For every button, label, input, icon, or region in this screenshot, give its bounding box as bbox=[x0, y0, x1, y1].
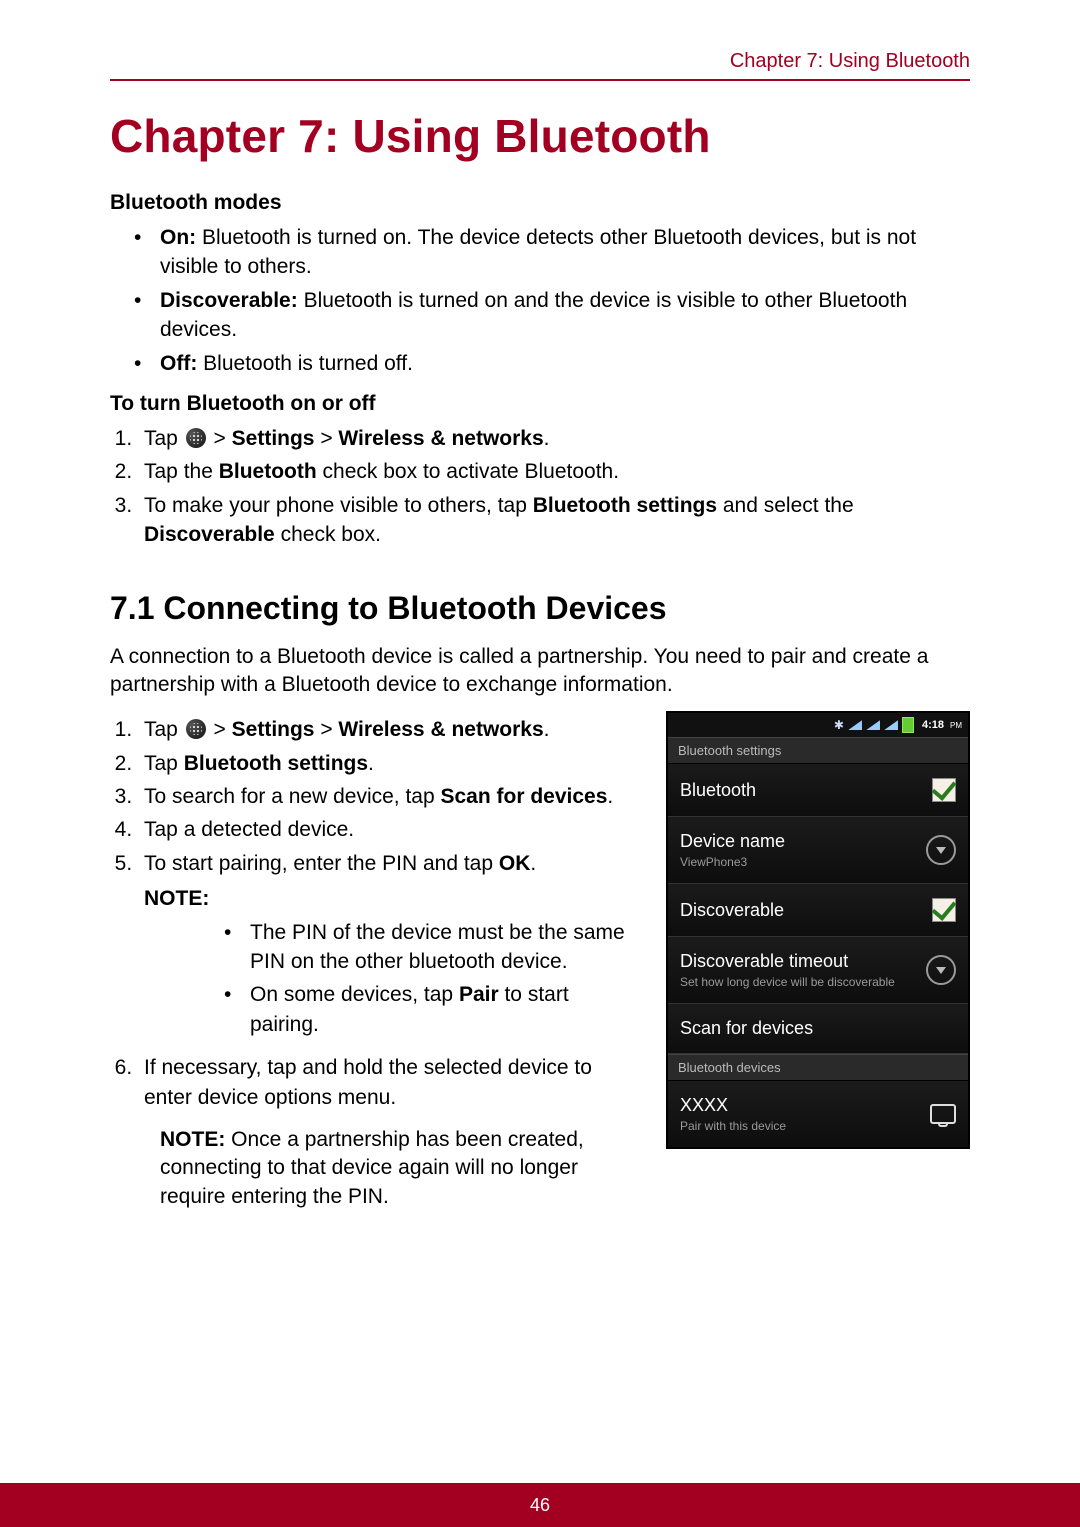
text: On some devices, tap bbox=[250, 983, 459, 1006]
turn-bt-heading: To turn Bluetooth on or off bbox=[110, 392, 970, 416]
bold: Pair bbox=[459, 983, 499, 1006]
apps-icon bbox=[186, 428, 206, 448]
list-item: The PIN of the device must be the same P… bbox=[224, 918, 642, 977]
dropdown-icon[interactable] bbox=[926, 955, 956, 985]
bluetooth-modes-heading: Bluetooth modes bbox=[110, 191, 970, 215]
list-item: Tap > Settings > Wireless & networks. bbox=[138, 424, 970, 453]
text: . bbox=[544, 718, 550, 741]
phone-section-title: Bluetooth settings bbox=[668, 737, 968, 764]
text: Tap bbox=[144, 427, 184, 450]
bluetooth-modes-list: On: Bluetooth is turned on. The device d… bbox=[110, 223, 970, 378]
text: check box to activate Bluetooth. bbox=[317, 460, 619, 483]
list-item: Discoverable: Bluetooth is turned on and… bbox=[134, 286, 970, 345]
row-label: Device name bbox=[680, 831, 785, 852]
text: and select the bbox=[717, 494, 854, 517]
apps-icon bbox=[186, 719, 206, 739]
phone-row-bluetooth[interactable]: Bluetooth bbox=[668, 764, 968, 817]
settings-label: Settings bbox=[232, 427, 315, 450]
turn-bt-steps: Tap > Settings > Wireless & networks. Ta… bbox=[110, 424, 970, 550]
row-label: XXXX bbox=[680, 1095, 786, 1116]
mode-label: Discoverable: bbox=[160, 289, 298, 312]
mode-label: Off: bbox=[160, 352, 197, 375]
phone-statusbar: ✱ 4:18 PM bbox=[668, 713, 968, 737]
text: Tap bbox=[144, 752, 184, 775]
note-sublist: The PIN of the device must be the same P… bbox=[214, 918, 642, 1040]
bluetooth-icon: ✱ bbox=[834, 718, 844, 732]
list-item: Tap > Settings > Wireless & networks. bbox=[138, 715, 642, 744]
list-item: Tap Bluetooth settings. bbox=[138, 749, 642, 778]
list-item: To search for a new device, tap Scan for… bbox=[138, 782, 642, 811]
list-item: On some devices, tap Pair to start pairi… bbox=[224, 980, 642, 1039]
checkbox-icon[interactable] bbox=[932, 898, 956, 922]
wireless-label: Wireless & networks bbox=[338, 427, 543, 450]
text: . bbox=[368, 752, 374, 775]
list-item: Tap a detected device. bbox=[138, 815, 642, 844]
status-time: 4:18 bbox=[922, 719, 944, 731]
section-7-1-heading: 7.1 Connecting to Bluetooth Devices bbox=[110, 590, 970, 627]
list-item: To make your phone visible to others, ta… bbox=[138, 491, 970, 550]
text: > bbox=[208, 718, 232, 741]
text: To search for a new device, tap bbox=[144, 785, 441, 808]
note-label: NOTE: bbox=[160, 1128, 225, 1151]
list-item: If necessary, tap and hold the selected … bbox=[138, 1053, 642, 1112]
phone-row-disc-timeout[interactable]: Discoverable timeout Set how long device … bbox=[668, 937, 968, 1004]
mode-text: Bluetooth is turned off. bbox=[197, 352, 413, 375]
phone-screenshot: ✱ 4:18 PM Bluetooth settings Bluetooth De… bbox=[666, 711, 970, 1149]
signal-icon bbox=[848, 720, 862, 730]
phone-row-scan[interactable]: Scan for devices bbox=[668, 1004, 968, 1054]
signal-icon bbox=[884, 720, 898, 730]
bold: Bluetooth bbox=[219, 460, 317, 483]
text: > bbox=[208, 427, 232, 450]
signal-icon bbox=[866, 720, 880, 730]
phone-row-device[interactable]: XXXX Pair with this device bbox=[668, 1081, 968, 1147]
bold: Bluetooth settings bbox=[184, 752, 368, 775]
mode-text: Bluetooth is turned on. The device detec… bbox=[160, 226, 916, 278]
bold: Wireless & networks bbox=[338, 718, 543, 741]
section-intro: A connection to a Bluetooth device is ca… bbox=[110, 643, 970, 700]
text: . bbox=[544, 427, 550, 450]
row-sublabel: Pair with this device bbox=[680, 1119, 786, 1133]
phone-row-device-name[interactable]: Device name ViewPhone3 bbox=[668, 817, 968, 884]
row-sublabel: ViewPhone3 bbox=[680, 855, 785, 869]
row-label: Discoverable bbox=[680, 900, 784, 921]
text: . bbox=[607, 785, 613, 808]
page-number: 46 bbox=[530, 1495, 550, 1516]
list-item: To start pairing, enter the PIN and tap … bbox=[138, 849, 642, 1039]
bold: Scan for devices bbox=[441, 785, 608, 808]
battery-icon bbox=[902, 717, 914, 733]
connect-steps: Tap > Settings > Wireless & networks. Ta… bbox=[110, 715, 642, 1112]
text: check box. bbox=[275, 523, 381, 546]
note-label: NOTE: bbox=[144, 884, 642, 913]
list-item: Off: Bluetooth is turned off. bbox=[134, 349, 970, 378]
bold: OK bbox=[499, 852, 531, 875]
status-pm: PM bbox=[950, 721, 962, 730]
bold: Settings bbox=[232, 718, 315, 741]
text: > bbox=[314, 427, 338, 450]
text: . bbox=[530, 852, 536, 875]
phone-row-discoverable[interactable]: Discoverable bbox=[668, 884, 968, 937]
row-label: Bluetooth bbox=[680, 780, 756, 801]
bold: Bluetooth settings bbox=[533, 494, 717, 517]
phone-devices-title: Bluetooth devices bbox=[668, 1054, 968, 1081]
mode-label: On: bbox=[160, 226, 196, 249]
row-label: Discoverable timeout bbox=[680, 951, 895, 972]
row-sublabel: Set how long device will be discoverable bbox=[680, 975, 895, 989]
text: > bbox=[314, 718, 338, 741]
text: Tap bbox=[144, 718, 184, 741]
list-item: Tap the Bluetooth check box to activate … bbox=[138, 457, 970, 486]
chapter-title: Chapter 7: Using Bluetooth bbox=[110, 109, 970, 163]
page-footer: 46 bbox=[0, 1483, 1080, 1527]
text: To start pairing, enter the PIN and tap bbox=[144, 852, 499, 875]
list-item: On: Bluetooth is turned on. The device d… bbox=[134, 223, 970, 282]
dropdown-icon[interactable] bbox=[926, 835, 956, 865]
text: To make your phone visible to others, ta… bbox=[144, 494, 533, 517]
final-note: NOTE: Once a partnership has been create… bbox=[160, 1126, 642, 1211]
text: Tap the bbox=[144, 460, 219, 483]
page-header: Chapter 7: Using Bluetooth bbox=[110, 50, 970, 81]
pair-icon bbox=[930, 1104, 956, 1124]
row-label: Scan for devices bbox=[680, 1018, 813, 1039]
checkbox-icon[interactable] bbox=[932, 778, 956, 802]
bold: Discoverable bbox=[144, 523, 275, 546]
